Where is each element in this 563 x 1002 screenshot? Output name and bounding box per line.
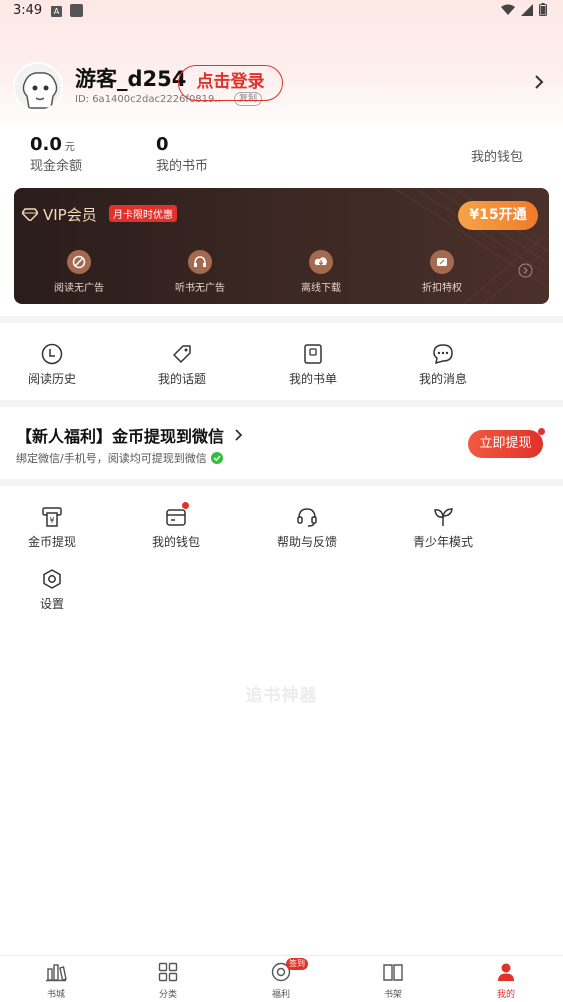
section-divider: [0, 316, 563, 323]
withdraw-now-button[interactable]: 立即提现: [468, 430, 543, 458]
signal-icon: [521, 3, 533, 16]
tab-category[interactable]: 分类: [133, 962, 203, 1000]
profile-icon: [498, 963, 514, 981]
menu-my-messages[interactable]: 我的消息: [398, 342, 488, 387]
bookstore-icon: [46, 964, 67, 982]
booklist-icon: [301, 342, 325, 366]
username: 游客_d254: [75, 67, 187, 91]
tab-label: 书架: [383, 990, 402, 1000]
discount-icon: [430, 250, 454, 274]
tab-profile[interactable]: 我的: [471, 962, 541, 1000]
chevron-right-icon: [234, 429, 242, 441]
tool-label: 设置: [39, 597, 64, 611]
welfare-subtitle-text: 绑定微信/手机号，阅读均可提现到微信: [16, 452, 207, 465]
download-icon: [309, 250, 333, 274]
tool-youth-mode[interactable]: 青少年模式: [398, 505, 488, 550]
tab-label: 分类: [158, 990, 177, 1000]
tool-label: 金币提现: [27, 535, 76, 549]
tool-label: 青少年模式: [412, 535, 473, 549]
tab-label: 福利: [271, 990, 290, 1000]
menu-my-booklist[interactable]: 我的书单: [268, 342, 358, 387]
svg-text:¥: ¥: [49, 516, 54, 525]
status-time: 3:49: [13, 3, 43, 18]
welfare-subtitle: 绑定微信/手机号，阅读均可提现到微信: [16, 450, 223, 466]
message-icon: [431, 342, 455, 366]
coins-value: 0: [156, 134, 169, 155]
wallet-red-dot: [182, 502, 189, 509]
menu-label: 我的消息: [418, 372, 467, 386]
wechat-check-icon: [210, 452, 223, 464]
cash-unit: 元: [64, 142, 75, 153]
vip-benefit-label: 离线下载: [301, 283, 341, 294]
vip-more-chevron-icon[interactable]: [518, 263, 533, 278]
cash-label: 现金余额: [30, 159, 83, 174]
settings-icon: [40, 567, 64, 591]
no-ad-listening-icon: [188, 250, 212, 274]
category-icon: [158, 962, 178, 982]
vip-title-text: VIP会员: [43, 206, 97, 224]
section-divider: [0, 479, 563, 486]
tool-settings[interactable]: 设置: [7, 567, 97, 612]
vip-benefit-no-ad-reading[interactable]: 阅读无广告: [39, 250, 119, 294]
headset-icon: [295, 505, 319, 529]
notification-square-icon: [70, 4, 83, 17]
wifi-icon: [501, 4, 515, 15]
sign-in-badge: 签到: [286, 958, 308, 970]
vip-benefit-label: 阅读无广告: [54, 283, 104, 294]
tab-label: 书城: [46, 990, 65, 1000]
welfare-title-text: 【新人福利】金币提现到微信: [16, 427, 225, 446]
clock-icon: [40, 342, 64, 366]
vip-open-button[interactable]: ¥15开通: [458, 201, 538, 230]
app-watermark: 追书神器: [245, 686, 318, 706]
coin-withdraw-icon: ¥: [40, 505, 64, 529]
avatar[interactable]: [13, 62, 63, 112]
vip-benefit-label: 折扣特权: [422, 283, 462, 294]
menu-reading-history[interactable]: 阅读历史: [7, 342, 97, 387]
sprout-icon: [431, 505, 455, 529]
wallet-icon: [164, 502, 189, 529]
bookshelf-icon: [383, 964, 403, 981]
status-icons: [501, 3, 547, 16]
welfare-title[interactable]: 【新人福利】金币提现到微信: [16, 423, 244, 447]
tab-bookshelf[interactable]: 书架: [358, 962, 428, 1000]
withdraw-red-dot: [538, 428, 545, 435]
battery-icon: [539, 3, 547, 16]
tool-my-wallet[interactable]: 我的钱包: [131, 502, 221, 550]
tool-coin-withdraw[interactable]: ¥ 金币提现: [7, 505, 97, 550]
notification-a-icon: A: [51, 6, 62, 17]
vip-promo-badge: 月卡限时优惠: [109, 205, 177, 222]
cash-balance[interactable]: 0.0 元 现金余额: [30, 134, 82, 174]
tag-icon: [170, 342, 194, 366]
tab-label: 我的: [496, 990, 515, 1000]
diamond-icon: [22, 208, 38, 221]
book-coins[interactable]: 0 我的书币: [156, 134, 208, 174]
vip-benefit-discount[interactable]: 折扣特权: [402, 250, 482, 294]
menu-my-topics[interactable]: 我的话题: [137, 342, 227, 387]
tab-bookstore[interactable]: 书城: [21, 962, 91, 1000]
menu-label: 我的书单: [288, 372, 337, 386]
tool-label: 我的钱包: [151, 535, 200, 549]
vip-benefit-no-ad-listening[interactable]: 听书无广告: [160, 250, 240, 294]
chevron-right-icon[interactable]: [534, 74, 544, 90]
coins-label: 我的书币: [156, 159, 209, 174]
tool-label: 帮助与反馈: [276, 535, 337, 549]
wallet-link[interactable]: 我的钱包: [471, 146, 523, 165]
menu-label: 阅读历史: [27, 372, 76, 386]
menu-label: 我的话题: [157, 372, 206, 386]
vip-title: VIP会员: [22, 204, 97, 225]
login-button[interactable]: 点击登录: [178, 65, 283, 101]
section-divider: [0, 400, 563, 407]
vip-benefit-download[interactable]: 离线下载: [281, 250, 361, 294]
no-ad-reading-icon: [67, 250, 91, 274]
vip-benefit-label: 听书无广告: [175, 283, 225, 294]
cash-value: 0.0: [30, 134, 62, 155]
tool-help-feedback[interactable]: 帮助与反馈: [262, 505, 352, 550]
